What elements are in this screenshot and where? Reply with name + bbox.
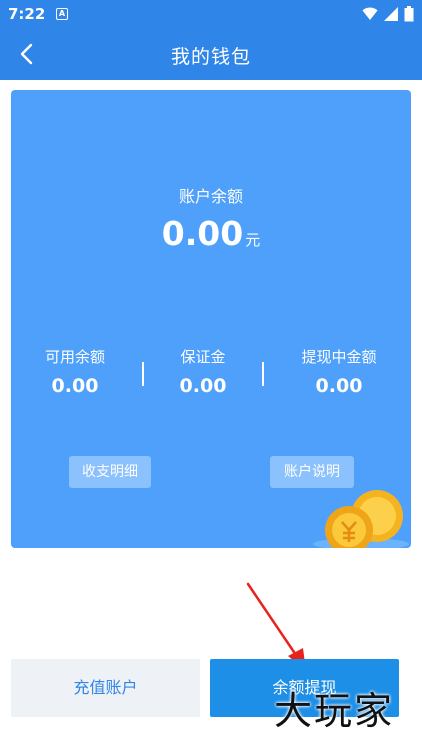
balance-unit: 元 bbox=[245, 231, 261, 249]
wifi-icon bbox=[362, 7, 378, 20]
nav-bar: 我的钱包 bbox=[0, 28, 422, 80]
stat-label: 保证金 bbox=[180, 348, 226, 366]
status-icons bbox=[362, 6, 414, 22]
account-explanation-button[interactable]: 账户说明 bbox=[270, 456, 354, 488]
balance-value: 0.00 bbox=[161, 214, 244, 253]
app-notification-icon: A bbox=[56, 8, 68, 20]
balance-label: 账户余额 bbox=[178, 187, 243, 206]
stat-value: 0.00 bbox=[51, 375, 99, 397]
transaction-details-button[interactable]: 收支明细 bbox=[69, 456, 151, 488]
wallet-card: 账户余额 0.00 元 可用余额 0.00 保证金 0.00 提现中金额 0.00… bbox=[11, 90, 411, 548]
recharge-button[interactable]: 充值账户 bbox=[11, 659, 200, 717]
stat-deposit: 保证金 0.00 bbox=[143, 346, 263, 397]
stat-value: 0.00 bbox=[315, 375, 363, 397]
stat-value: 0.00 bbox=[179, 375, 227, 397]
stat-withdrawing: 提现中金额 0.00 bbox=[279, 346, 399, 397]
stat-available: 可用余额 0.00 bbox=[15, 346, 135, 397]
status-bar: 7:22 A bbox=[0, 0, 422, 28]
balance-stats: 可用余额 0.00 保证金 0.00 提现中金额 0.00 bbox=[11, 346, 411, 406]
signal-icon bbox=[384, 7, 398, 21]
stat-label: 提现中金额 bbox=[301, 348, 377, 366]
balance-row: 0.00 元 bbox=[11, 214, 411, 253]
coins-icon bbox=[313, 490, 409, 548]
stat-label: 可用余额 bbox=[44, 348, 105, 366]
watermark: 大玩家 bbox=[274, 689, 395, 733]
page-title: 我的钱包 bbox=[170, 46, 251, 68]
battery-icon bbox=[404, 6, 414, 22]
stat-divider bbox=[262, 362, 264, 386]
status-time: 7:22 bbox=[8, 5, 46, 23]
